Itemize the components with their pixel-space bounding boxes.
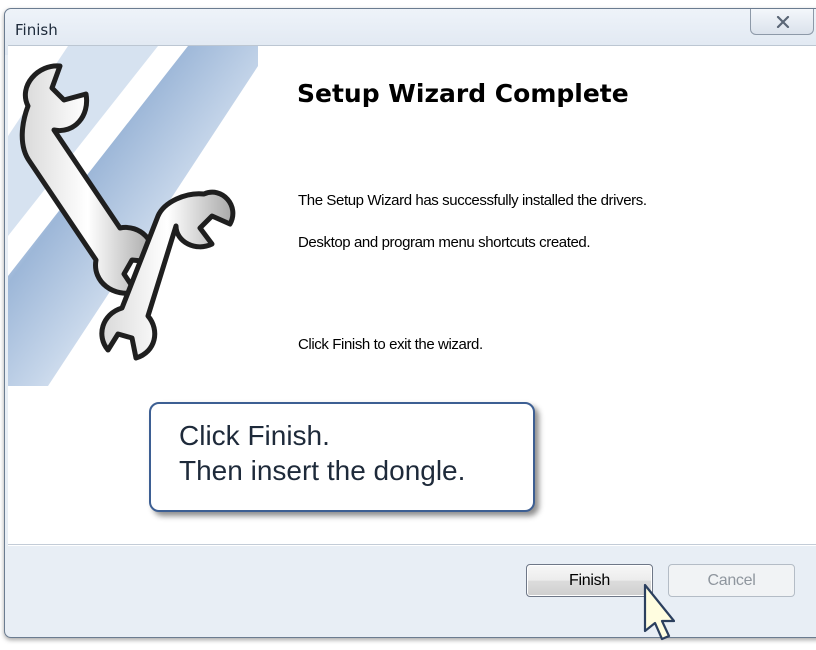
wizard-content: Setup Wizard Complete The Setup Wizard h… [8,45,816,544]
button-separator [8,544,816,546]
mouse-pointer-icon [643,583,675,641]
instruction-callout: Click Finish. Then insert the dongle. [149,402,535,512]
finish-button[interactable]: Finish [526,564,653,597]
cancel-button[interactable]: Cancel [668,564,795,597]
close-button[interactable] [750,9,814,35]
shortcuts-created-text: Desktop and program menu shortcuts creat… [298,234,591,251]
callout-line-1: Click Finish. [179,420,330,451]
exit-instruction-text: Click Finish to exit the wizard. [298,336,483,353]
page-title: Setup Wizard Complete [297,79,629,108]
install-success-text: The Setup Wizard has successfully instal… [298,192,647,209]
close-icon [776,16,790,28]
callout-line-2: Then insert the dongle. [179,455,466,486]
wrench-banner-icon [8,46,258,386]
window-title: Finish [15,21,58,39]
